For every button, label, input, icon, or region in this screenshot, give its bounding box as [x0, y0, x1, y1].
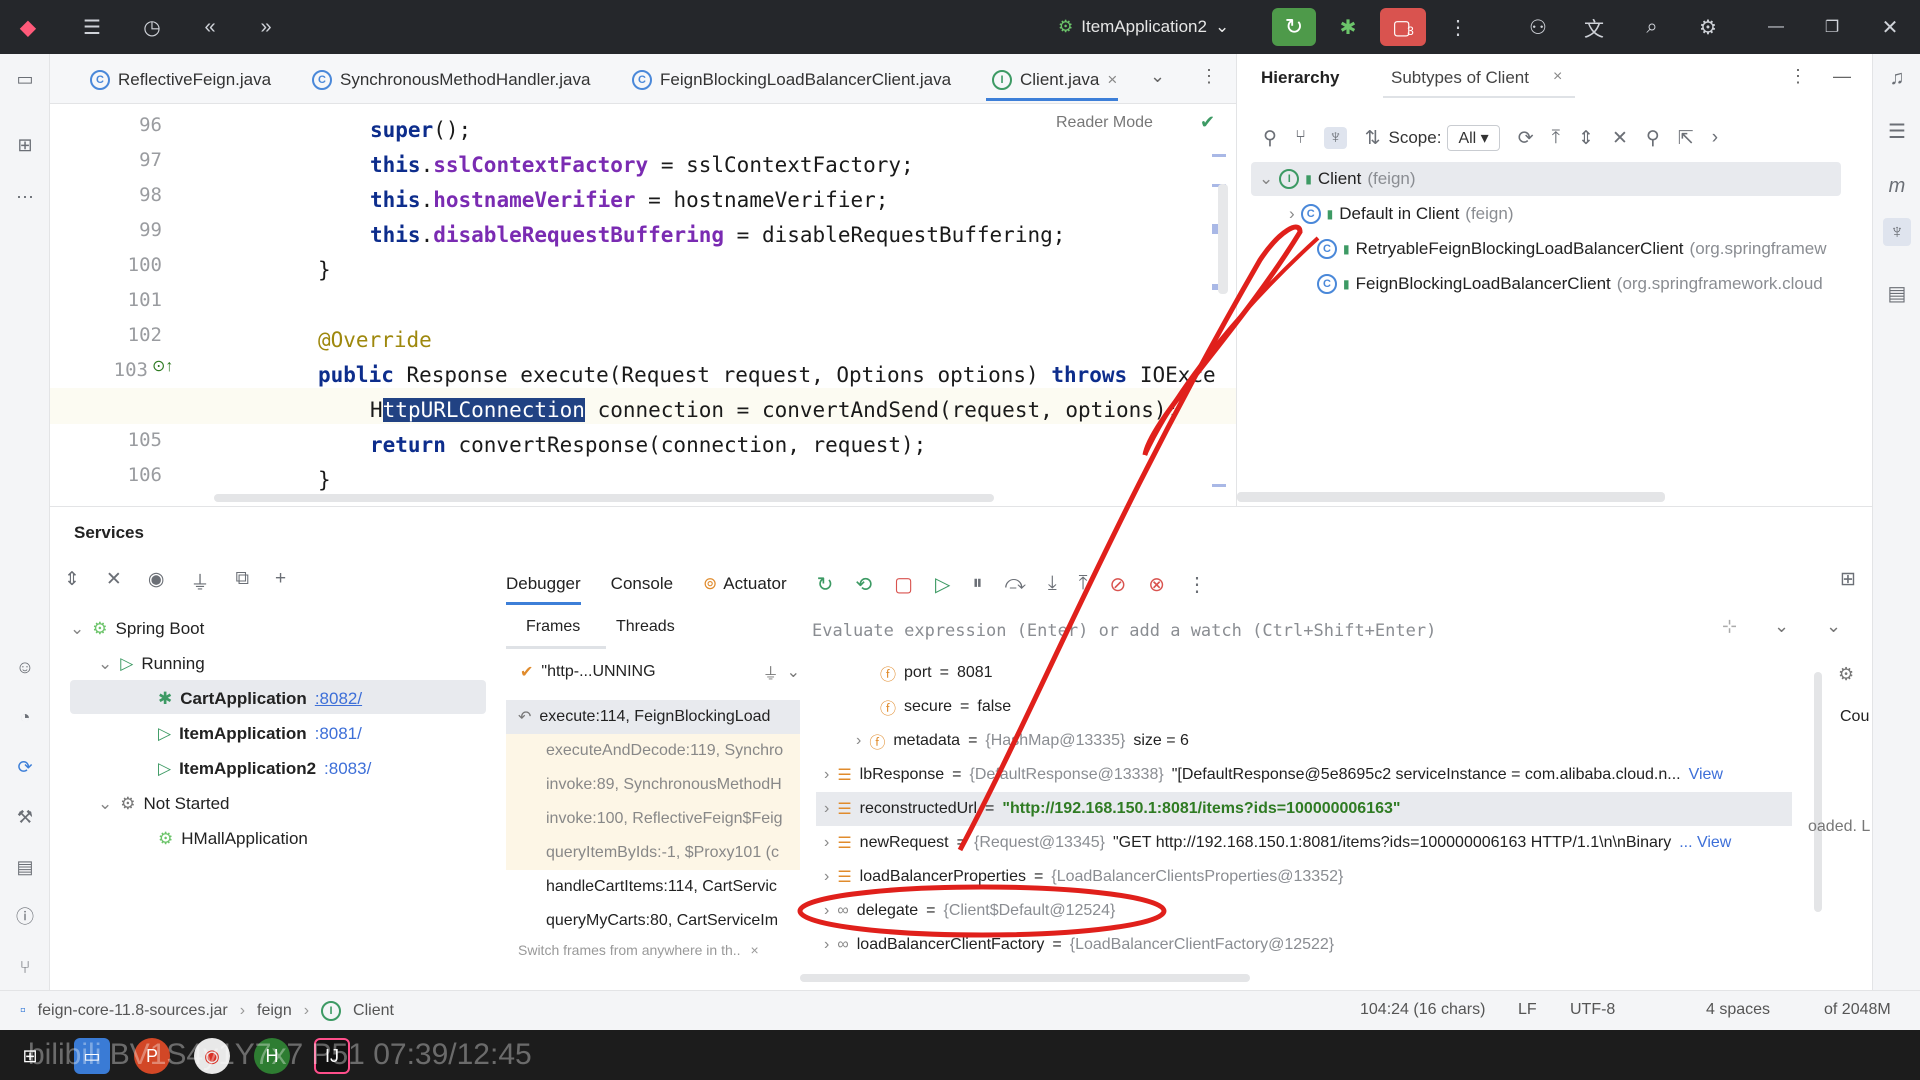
breadcrumb: ▫ feign-core-11.8-sources.jar › feign › I … [20, 1001, 394, 1021]
memory-indicator[interactable]: of 2048M [1824, 1001, 1891, 1019]
annotation-overlay [797, 224, 1320, 938]
interface-icon: I [321, 1001, 342, 1021]
file-encoding[interactable]: UTF-8 [1570, 1001, 1615, 1019]
annotation-arrow [957, 224, 1303, 852]
os-taskbar: ⊞ ▭ P ◉ H IJ bilibili BV1S4y1Y7x7 P51 07… [0, 1030, 1920, 1080]
jar-icon: ▫ [20, 1002, 26, 1019]
watermark: bilibili BV1S4y1Y7x7 P51 07:39/12:45 [28, 1038, 532, 1071]
annotation-circle [797, 884, 1167, 938]
line-separator[interactable]: LF [1518, 1001, 1537, 1019]
status-bar: ▫ feign-core-11.8-sources.jar › feign › I … [0, 990, 1920, 1030]
caret-position[interactable]: 104:24 (16 chars) [1360, 1001, 1485, 1019]
indent-setting[interactable]: 4 spaces [1706, 1001, 1770, 1019]
